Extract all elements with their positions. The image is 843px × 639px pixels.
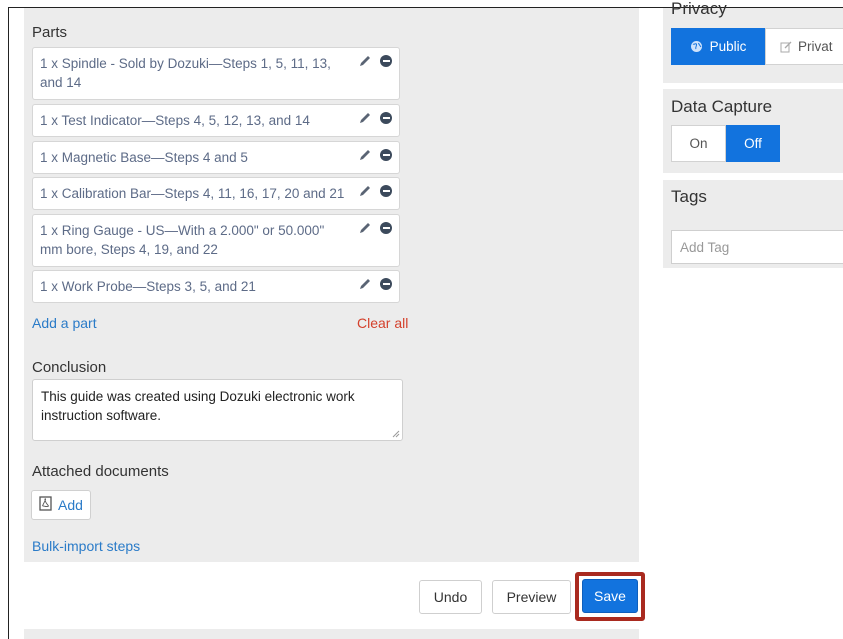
- part-item[interactable]: 1 x Ring Gauge - US—With a 2.000" or 50.…: [32, 214, 400, 267]
- conclusion-text: This guide was created using Dozuki elec…: [41, 389, 355, 423]
- part-item[interactable]: 1 x Calibration Bar—Steps 4, 11, 16, 17,…: [32, 177, 400, 210]
- part-item-text: 1 x Calibration Bar—Steps 4, 11, 16, 17,…: [40, 186, 345, 201]
- part-item-actions: [358, 111, 392, 125]
- tags-heading: Tags: [671, 187, 707, 206]
- remove-icon[interactable]: [380, 185, 392, 197]
- preview-button[interactable]: Preview: [492, 580, 571, 614]
- undo-button[interactable]: Undo: [419, 580, 482, 614]
- guide-details-panel: Parts 1 x Spindle - Sold by Dozuki—Steps…: [24, 8, 639, 562]
- pencil-icon[interactable]: [358, 184, 372, 198]
- pencil-icon[interactable]: [358, 111, 372, 125]
- part-item[interactable]: 1 x Work Probe—Steps 3, 5, and 21: [32, 270, 400, 303]
- tags-panel: Tags Add Tag: [663, 180, 843, 268]
- public-label: Public: [709, 39, 747, 54]
- resize-grip-icon[interactable]: [392, 430, 400, 438]
- pencil-icon[interactable]: [358, 54, 372, 68]
- parts-heading: Parts: [32, 24, 68, 41]
- part-item-text: 1 x Ring Gauge - US—With a 2.000" or 50.…: [40, 223, 325, 257]
- part-item-actions: [358, 54, 392, 68]
- add-tag-input[interactable]: Add Tag: [671, 230, 843, 264]
- private-label: Privat: [798, 39, 833, 54]
- data-capture-on-toggle[interactable]: On: [671, 125, 726, 162]
- pdf-icon: [39, 496, 52, 514]
- part-item-actions: [358, 148, 392, 162]
- add-document-label: Add: [58, 497, 83, 513]
- privacy-panel: Privacy Public Privat: [663, 0, 843, 83]
- conclusion-textarea[interactable]: This guide was created using Dozuki elec…: [32, 379, 403, 441]
- part-item-text: 1 x Test Indicator—Steps 4, 5, 12, 13, a…: [40, 113, 310, 128]
- private-toggle[interactable]: Privat: [765, 28, 843, 65]
- remove-icon[interactable]: [380, 278, 392, 290]
- attached-documents-heading: Attached documents: [32, 463, 169, 480]
- edit-icon: [780, 41, 792, 52]
- part-item-actions: [358, 184, 392, 198]
- globe-icon: [690, 41, 702, 52]
- conclusion-heading: Conclusion: [32, 359, 107, 376]
- part-item-text: 1 x Magnetic Base—Steps 4 and 5: [40, 150, 248, 165]
- add-document-button[interactable]: Add: [31, 490, 91, 520]
- public-toggle[interactable]: Public: [671, 28, 765, 65]
- remove-icon[interactable]: [380, 112, 392, 124]
- save-button[interactable]: Save: [582, 579, 638, 613]
- pencil-icon[interactable]: [358, 221, 372, 235]
- remove-icon[interactable]: [380, 222, 392, 234]
- privacy-heading: Privacy: [671, 0, 727, 18]
- add-tag-placeholder: Add Tag: [680, 239, 730, 255]
- part-item[interactable]: 1 x Spindle - Sold by Dozuki—Steps 1, 5,…: [32, 47, 400, 100]
- data-capture-panel: Data Capture On Off: [663, 89, 843, 173]
- frame-left-border: [8, 7, 9, 639]
- bulk-import-link[interactable]: Bulk-import steps: [32, 538, 140, 554]
- remove-icon[interactable]: [380, 149, 392, 161]
- part-item-actions: [358, 277, 392, 291]
- remove-icon[interactable]: [380, 55, 392, 67]
- part-item-actions: [358, 221, 392, 235]
- part-item[interactable]: 1 x Magnetic Base—Steps 4 and 5: [32, 141, 400, 174]
- part-item[interactable]: 1 x Test Indicator—Steps 4, 5, 12, 13, a…: [32, 104, 400, 137]
- part-item-text: 1 x Spindle - Sold by Dozuki—Steps 1, 5,…: [40, 56, 331, 90]
- pencil-icon[interactable]: [358, 148, 372, 162]
- add-part-link[interactable]: Add a part: [32, 315, 97, 331]
- data-capture-off-toggle[interactable]: Off: [726, 125, 780, 162]
- pencil-icon[interactable]: [358, 277, 372, 291]
- data-capture-heading: Data Capture: [671, 97, 773, 116]
- part-item-text: 1 x Work Probe—Steps 3, 5, and 21: [40, 279, 256, 294]
- clear-all-link[interactable]: Clear all: [357, 315, 408, 331]
- next-section-panel: [24, 629, 639, 639]
